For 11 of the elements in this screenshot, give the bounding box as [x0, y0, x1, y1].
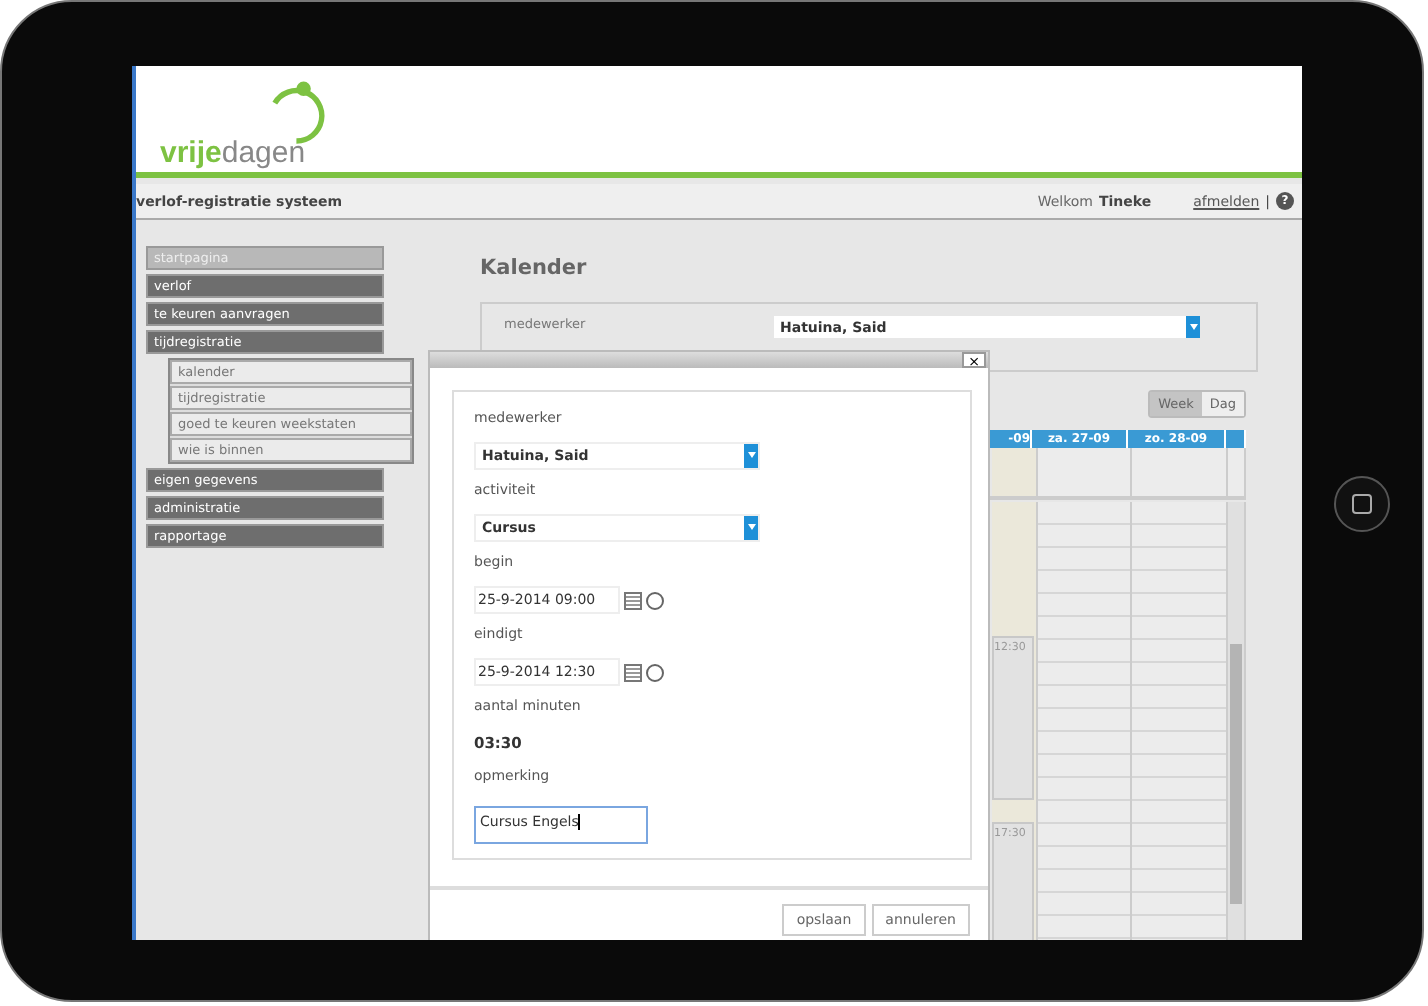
scrollbar-thumb[interactable]: [1230, 644, 1242, 904]
clock-icon[interactable]: [646, 663, 664, 681]
logo-text: vrije: [160, 136, 222, 170]
header-corner: [1226, 430, 1246, 448]
calendar-icon[interactable]: [624, 663, 642, 681]
calendar-icon[interactable]: [624, 591, 642, 609]
logo-text: dagen: [221, 136, 306, 170]
clock-icon[interactable]: [646, 591, 664, 609]
scrollbar[interactable]: [1228, 502, 1246, 940]
page-title: Kalender: [480, 256, 589, 284]
home-button[interactable]: [1334, 475, 1390, 531]
